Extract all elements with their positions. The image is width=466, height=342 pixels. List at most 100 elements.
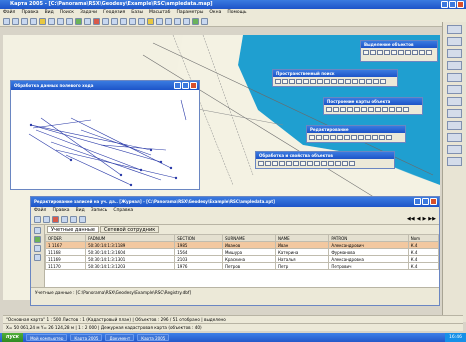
tool-icon[interactable] xyxy=(275,79,281,84)
layers-icon[interactable] xyxy=(75,18,82,25)
measure-icon[interactable] xyxy=(447,73,462,82)
tool-icon[interactable] xyxy=(358,135,364,140)
tool-icon[interactable] xyxy=(344,135,350,140)
delete-icon[interactable] xyxy=(93,18,100,25)
table-cell[interactable]: 50:30:14:1:3:1189 xyxy=(85,241,176,249)
db-menu-help[interactable]: Справка xyxy=(113,207,133,215)
tab-records[interactable]: Учетные данные xyxy=(47,226,99,233)
settings-icon[interactable] xyxy=(447,121,462,130)
edit-icon[interactable] xyxy=(111,18,118,25)
table-cell[interactable]: 11168 xyxy=(44,248,87,256)
delete-record-icon[interactable] xyxy=(52,216,59,223)
menu-windows[interactable]: Окна xyxy=(209,9,221,17)
table-cell[interactable]: Иванов xyxy=(221,241,276,249)
tool-icon[interactable] xyxy=(373,79,379,84)
db-menu-file[interactable]: Файл xyxy=(34,207,46,215)
open-icon[interactable] xyxy=(12,18,19,25)
last-record-icon[interactable]: ▶▶ xyxy=(428,216,436,223)
tool-icon[interactable] xyxy=(389,107,395,112)
table-cell[interactable]: Фурманова xyxy=(328,248,409,256)
table-cell[interactable]: К.4 xyxy=(407,248,440,256)
tool-icon[interactable] xyxy=(272,161,278,166)
table-cell[interactable]: 11169 xyxy=(44,255,87,263)
tool-icon[interactable] xyxy=(289,79,295,84)
tool-icon[interactable] xyxy=(384,50,390,55)
tool-icon[interactable] xyxy=(372,135,378,140)
tool-icon[interactable] xyxy=(412,50,418,55)
table-cell[interactable]: 50:30:14:1:3:1301 xyxy=(85,255,176,263)
tool-icon[interactable] xyxy=(365,135,371,140)
refresh-icon[interactable] xyxy=(138,18,145,25)
tool-icon[interactable] xyxy=(354,107,360,112)
tool-icon[interactable] xyxy=(328,161,334,166)
tool-icon[interactable] xyxy=(337,135,343,140)
undo-icon[interactable] xyxy=(156,18,163,25)
minimize-icon[interactable] xyxy=(441,1,448,8)
table-view-icon[interactable] xyxy=(34,236,41,243)
tool-icon[interactable] xyxy=(321,161,327,166)
measure-icon[interactable] xyxy=(84,18,91,25)
tool-icon[interactable] xyxy=(265,161,271,166)
tool-icon[interactable] xyxy=(314,161,320,166)
tab-staff[interactable]: Сетевой сотрудник xyxy=(99,226,160,233)
col-header[interactable]: SURNAME xyxy=(221,234,276,242)
maximize-icon[interactable] xyxy=(449,1,456,8)
tool-icon[interactable] xyxy=(279,161,285,166)
tool-icon[interactable] xyxy=(370,50,376,55)
tool-icon[interactable] xyxy=(316,135,322,140)
link-icon[interactable] xyxy=(34,245,41,252)
tool-icon[interactable] xyxy=(375,107,381,112)
tool-icon[interactable] xyxy=(326,107,332,112)
tool-icon[interactable] xyxy=(309,135,315,140)
menu-help[interactable]: Помощь xyxy=(227,9,246,17)
grid-icon[interactable] xyxy=(447,133,462,142)
tool-icon[interactable] xyxy=(331,79,337,84)
zoom-in-icon[interactable] xyxy=(57,18,64,25)
help-icon[interactable] xyxy=(201,18,208,25)
table-cell[interactable]: К.4 xyxy=(407,241,440,249)
tool-icon[interactable] xyxy=(377,50,383,55)
table-cell[interactable]: Петров xyxy=(221,262,276,270)
db-menu-record[interactable]: Запись xyxy=(91,207,108,215)
search-icon[interactable] xyxy=(129,18,136,25)
tool-icon[interactable] xyxy=(310,79,316,84)
tool-icon[interactable] xyxy=(258,161,264,166)
db-menu-edit[interactable]: Правка xyxy=(52,207,69,215)
tool-icon[interactable] xyxy=(379,135,385,140)
table-cell[interactable]: 1985 xyxy=(174,241,223,249)
table-row[interactable]: 11168 50:30:14:1:3:1604 1564 Мишура Катерина… xyxy=(44,248,440,256)
table-cell[interactable]: Мишура xyxy=(221,248,276,256)
tool-icon[interactable] xyxy=(324,79,330,84)
table-row[interactable]: 11170 50:30:14:1:3:1203 1976 Петров Петр Петр… xyxy=(44,262,440,270)
tool-icon[interactable] xyxy=(391,50,397,55)
export-icon[interactable] xyxy=(447,109,462,118)
table-cell[interactable]: 1 1167 xyxy=(44,241,87,249)
tool-icon[interactable] xyxy=(426,50,432,55)
close-icon[interactable] xyxy=(457,1,464,8)
tool-icon[interactable] xyxy=(335,161,341,166)
table-cell[interactable]: 11170 xyxy=(44,262,87,270)
info-icon[interactable] xyxy=(447,85,462,94)
close-icon[interactable] xyxy=(190,82,197,89)
table-cell[interactable]: Краскина xyxy=(221,255,276,263)
tool-icon[interactable] xyxy=(330,135,336,140)
pan-icon[interactable] xyxy=(48,18,55,25)
table-cell[interactable]: К.4 xyxy=(407,255,440,263)
tool-icon[interactable] xyxy=(293,161,299,166)
tool-icon[interactable] xyxy=(347,107,353,112)
filter-icon[interactable] xyxy=(61,216,68,223)
col-header[interactable]: Nom xyxy=(407,234,440,242)
zoom-out-icon[interactable] xyxy=(66,18,73,25)
minimize-icon[interactable] xyxy=(174,82,181,89)
tool-icon[interactable] xyxy=(286,161,292,166)
menu-tasks[interactable]: Задачи xyxy=(80,9,97,17)
tool-icon[interactable] xyxy=(338,79,344,84)
maximize-icon[interactable] xyxy=(422,198,429,205)
redo-icon[interactable] xyxy=(165,18,172,25)
tool-icon[interactable] xyxy=(363,50,369,55)
tool-icon[interactable] xyxy=(303,79,309,84)
help-icon[interactable] xyxy=(447,157,462,166)
tool-icon[interactable] xyxy=(300,161,306,166)
tool-icon[interactable] xyxy=(317,79,323,84)
menu-scale[interactable]: Масштаб xyxy=(149,9,170,17)
